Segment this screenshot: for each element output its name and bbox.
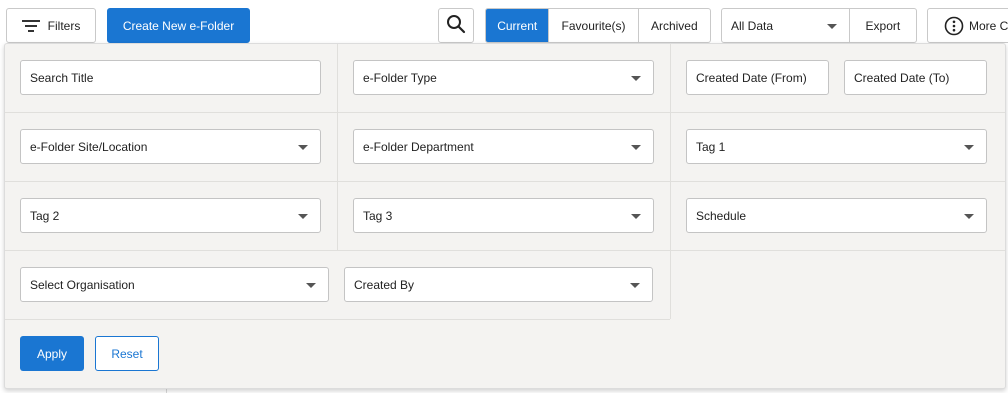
reset-label: Reset — [111, 346, 143, 361]
more-options-label: More C — [969, 18, 1008, 33]
search-button[interactable] — [438, 8, 474, 43]
created-date-to-placeholder: Created Date (To) — [854, 70, 950, 85]
caret-down-icon — [964, 144, 974, 150]
department-placeholder: e-Folder Department — [363, 139, 474, 154]
created-date-to-input[interactable]: Created Date (To) — [844, 60, 987, 95]
caret-down-icon — [630, 282, 640, 288]
filters-button[interactable]: Filters — [6, 8, 96, 43]
organisation-select[interactable]: Select Organisation — [20, 267, 329, 302]
apply-label: Apply — [36, 346, 68, 361]
filter-icon — [21, 19, 40, 33]
tab-archived[interactable]: Archived — [639, 9, 710, 42]
more-vertical-icon — [944, 16, 964, 36]
export-label: Export — [865, 18, 901, 33]
background-divider — [166, 389, 167, 393]
search-title-placeholder: Search Title — [30, 70, 94, 85]
caret-down-icon — [964, 213, 974, 219]
apply-button[interactable]: Apply — [20, 336, 84, 371]
organisation-placeholder: Select Organisation — [30, 277, 135, 292]
caret-down-icon — [298, 144, 308, 150]
grid-divider — [5, 319, 670, 320]
view-tabs: Current Favourite(s) Archived — [485, 8, 711, 43]
create-efolder-label: Create New e-Folder — [122, 18, 235, 33]
created-by-select[interactable]: Created By — [344, 267, 653, 302]
search-title-input[interactable]: Search Title — [20, 60, 321, 95]
search-icon — [446, 14, 466, 37]
data-scope-value: All Data — [731, 18, 774, 33]
caret-down-icon — [306, 282, 316, 288]
tag3-placeholder: Tag 3 — [363, 208, 393, 223]
schedule-select[interactable]: Schedule — [686, 198, 987, 233]
data-scope-select[interactable]: All Data — [722, 9, 850, 42]
tab-favourites[interactable]: Favourite(s) — [549, 9, 639, 42]
more-options-button[interactable]: More C — [927, 8, 1008, 43]
efolder-type-select[interactable]: e-Folder Type — [353, 60, 654, 95]
schedule-placeholder: Schedule — [696, 208, 747, 223]
reset-button[interactable]: Reset — [95, 336, 159, 371]
tab-current[interactable]: Current — [486, 9, 550, 42]
grid-divider — [337, 44, 338, 250]
tag2-select[interactable]: Tag 2 — [20, 198, 321, 233]
tag1-select[interactable]: Tag 1 — [686, 129, 987, 164]
caret-down-icon — [631, 144, 641, 150]
grid-divider — [5, 112, 1005, 113]
efolder-type-placeholder: e-Folder Type — [363, 70, 437, 85]
created-date-from-input[interactable]: Created Date (From) — [686, 60, 829, 95]
tag1-placeholder: Tag 1 — [696, 139, 726, 154]
grid-divider — [670, 44, 671, 319]
filters-label: Filters — [47, 18, 81, 33]
department-select[interactable]: e-Folder Department — [353, 129, 654, 164]
create-efolder-button[interactable]: Create New e-Folder — [107, 8, 250, 43]
tag2-placeholder: Tag 2 — [30, 208, 60, 223]
tag3-select[interactable]: Tag 3 — [353, 198, 654, 233]
site-location-select[interactable]: e-Folder Site/Location — [20, 129, 321, 164]
grid-divider — [5, 250, 1005, 251]
caret-down-icon — [631, 213, 641, 219]
site-location-placeholder: e-Folder Site/Location — [30, 139, 148, 154]
caret-down-icon — [631, 75, 641, 81]
created-by-placeholder: Created By — [354, 277, 415, 292]
export-button[interactable]: Export — [850, 9, 916, 42]
data-export-group: All Data Export — [721, 8, 917, 43]
grid-divider — [5, 181, 1005, 182]
caret-down-icon — [826, 24, 837, 29]
caret-down-icon — [298, 213, 308, 219]
created-date-from-placeholder: Created Date (From) — [696, 70, 807, 85]
